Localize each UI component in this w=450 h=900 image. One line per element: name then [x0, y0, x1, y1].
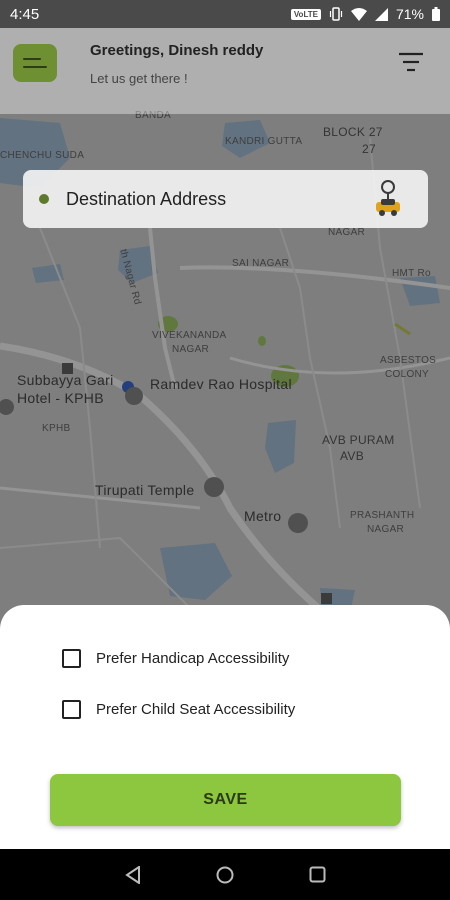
destination-placeholder: Destination Address	[66, 188, 227, 209]
handicap-checkbox[interactable]	[62, 649, 81, 668]
filter-icon[interactable]	[398, 52, 424, 72]
map-overlay	[0, 28, 450, 650]
battery-icon	[432, 7, 440, 21]
back-icon[interactable]	[125, 866, 141, 884]
menu-line	[23, 58, 41, 60]
handicap-label: Prefer Handicap Accessibility	[96, 650, 290, 667]
android-nav-bar	[0, 849, 450, 900]
wifi-icon	[350, 7, 367, 21]
menu-button[interactable]	[13, 44, 57, 82]
battery-percent: 71%	[395, 6, 424, 22]
preferences-sheet: Prefer Handicap Accessibility Prefer Chi…	[0, 605, 450, 849]
child-seat-label: Prefer Child Seat Accessibility	[96, 701, 296, 718]
destination-dot-icon	[39, 194, 49, 204]
recents-icon[interactable]	[309, 866, 326, 883]
signal-icon	[374, 7, 388, 21]
status-bar: 4:45 VoLTE 71%	[0, 0, 450, 28]
volte-badge: VoLTE	[290, 8, 321, 20]
handicap-option[interactable]: Prefer Handicap Accessibility	[62, 649, 289, 668]
home-icon[interactable]	[216, 866, 234, 884]
taxi-icon[interactable]	[373, 180, 403, 218]
status-icons: VoLTE 71%	[290, 6, 440, 22]
greeting-title: Greetings, Dinesh reddy	[90, 42, 264, 59]
greeting-subtitle: Let us get there !	[90, 71, 188, 86]
menu-line	[23, 66, 47, 68]
app-header: Greetings, Dinesh reddy Let us get there…	[0, 28, 450, 114]
child-seat-option[interactable]: Prefer Child Seat Accessibility	[62, 700, 295, 719]
child-seat-checkbox[interactable]	[62, 700, 81, 719]
destination-field[interactable]: Destination Address	[23, 170, 428, 228]
status-time: 4:45	[10, 5, 40, 23]
vibrate-icon	[329, 7, 343, 21]
save-button[interactable]: SAVE	[50, 774, 401, 826]
